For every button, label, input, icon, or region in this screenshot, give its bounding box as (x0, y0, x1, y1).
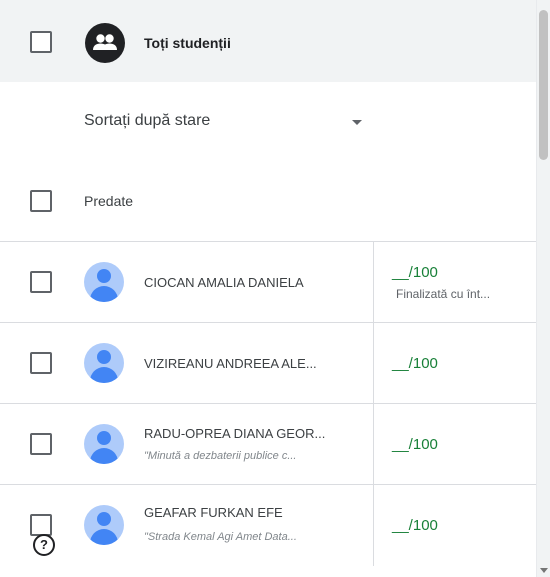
help-icon[interactable]: ? (33, 534, 55, 556)
student-list-panel: Toți studenții Sortați după stare Predat… (0, 0, 536, 577)
grade-value: __/100 (392, 436, 438, 453)
grade-value: __/100 (392, 264, 438, 281)
grade-cell[interactable]: __/100 (373, 404, 537, 485)
student-checkbox[interactable] (30, 271, 52, 293)
grade-cell[interactable]: __/100 (373, 323, 537, 404)
student-checkbox[interactable] (30, 352, 52, 374)
grade-cell[interactable]: __/100 (373, 485, 537, 566)
student-row[interactable]: GEAFAR FURKAN EFE "Strada Kemal Agi Amet… (0, 484, 536, 566)
grade-value: __/100 (392, 517, 438, 534)
sort-dropdown-label: Sortați după stare (84, 112, 211, 129)
person-icon (84, 262, 124, 302)
attachment-preview: "Strada Kemal Agi Amet Data... (144, 531, 297, 543)
scroll-down-icon[interactable] (540, 568, 548, 573)
all-students-checkbox[interactable] (30, 31, 52, 53)
student-name: RADU-OPREA DIANA GEOR... (144, 426, 326, 441)
student-checkbox[interactable] (30, 514, 52, 536)
person-icon (84, 343, 124, 383)
grade-status: Finalizată cu înt... (396, 287, 491, 301)
attachment-preview: "Minută a dezbaterii publice c... (144, 450, 297, 462)
student-name: CIOCAN AMALIA DANIELA (144, 275, 304, 290)
submitted-section-checkbox[interactable] (30, 190, 52, 212)
all-students-row[interactable]: Toți studenții (0, 0, 536, 82)
student-name: VIZIREANU ANDREEA ALE... (144, 356, 317, 371)
student-row[interactable]: CIOCAN AMALIA DANIELA __/100 Finalizată … (0, 241, 536, 323)
student-row[interactable]: RADU-OPREA DIANA GEOR... "Minută a dezba… (0, 403, 536, 485)
student-checkbox[interactable] (30, 433, 52, 455)
people-icon (85, 23, 125, 63)
grade-value: __/100 (392, 355, 438, 372)
submitted-section-label: Predate (84, 193, 134, 209)
grade-cell[interactable]: __/100 Finalizată cu înt... (373, 242, 537, 323)
all-students-label: Toți studenții (144, 35, 231, 51)
student-name: GEAFAR FURKAN EFE (144, 505, 283, 520)
person-icon (84, 505, 124, 545)
caret-down-icon (352, 120, 362, 125)
student-row[interactable]: VIZIREANU ANDREEA ALE... __/100 (0, 322, 536, 404)
scrollbar-thumb[interactable] (539, 10, 548, 160)
person-icon (84, 424, 124, 464)
